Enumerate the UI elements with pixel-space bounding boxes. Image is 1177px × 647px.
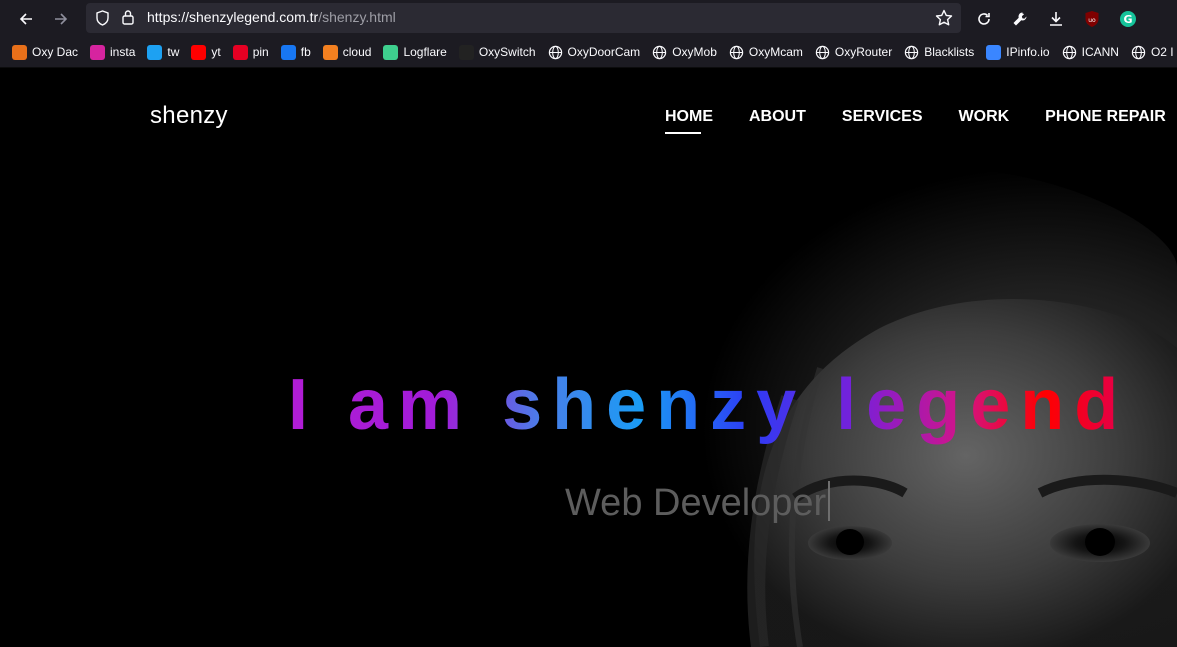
bookmark-item[interactable]: yt: [191, 44, 221, 60]
globe-icon: [729, 45, 744, 60]
bookmark-label: IPinfo.io: [1006, 45, 1050, 59]
bookmark-label: tw: [167, 45, 180, 59]
bookmark-item[interactable]: cloud: [322, 44, 372, 60]
url-host: https://shenzylegend.com.tr: [147, 9, 319, 25]
twitter-icon: [147, 44, 163, 60]
bookmark-label: fb: [300, 45, 311, 59]
youtube-icon: [191, 44, 207, 60]
hero-background-image: [0, 68, 1177, 647]
bookmark-item[interactable]: tw: [147, 44, 180, 60]
instagram-icon: [90, 44, 106, 60]
globe-icon: [1131, 45, 1146, 60]
nav-item-home[interactable]: HOME: [665, 108, 713, 134]
nav-item-about[interactable]: ABOUT: [749, 108, 806, 134]
bookmark-item[interactable]: pin: [232, 44, 269, 60]
bookmark-item[interactable]: OxyDoorCam: [548, 45, 641, 60]
bookmark-item[interactable]: Logflare: [383, 44, 447, 60]
bookmark-label: O2 I: [1150, 45, 1174, 59]
svg-text:uo: uo: [1088, 17, 1096, 24]
bookmark-item[interactable]: O2 I: [1131, 45, 1174, 60]
bookmark-label: Logflare: [403, 45, 447, 59]
pinterest-icon: [232, 44, 248, 60]
bookmark-label: Blacklists: [924, 45, 975, 59]
switch-icon: [458, 44, 474, 60]
site-logo[interactable]: shenzy: [150, 102, 228, 130]
nav-item-services[interactable]: SERVICES: [842, 108, 923, 134]
icann-icon: [1062, 45, 1077, 60]
site-nav: HOMEABOUTSERVICESWORKPHONE REPAIRC: [665, 108, 1177, 134]
download-icon[interactable]: [1043, 6, 1069, 32]
globe-icon: [548, 45, 563, 60]
bookmark-label: insta: [110, 45, 136, 59]
bookmark-item[interactable]: IPinfo.io: [986, 44, 1050, 60]
oxy-dac-icon: [12, 44, 27, 60]
logflare-icon: [383, 44, 399, 60]
typed-subtitle-text: Web Developer: [565, 482, 827, 524]
bookmark-label: OxyDoorCam: [567, 45, 641, 59]
wrench-icon[interactable]: [1007, 6, 1033, 32]
url-text[interactable]: https://shenzylegend.com.tr/shenzy.html: [147, 9, 396, 25]
bookmark-item[interactable]: OxyMcam: [729, 45, 803, 60]
hero-subtitle: Web Developer: [565, 481, 831, 525]
bookmark-label: pin: [252, 45, 269, 59]
bookmark-item[interactable]: Blacklists: [904, 45, 974, 60]
back-arrow-icon[interactable]: [13, 6, 39, 32]
bookmark-label: ICANN: [1081, 45, 1119, 59]
bookmark-item[interactable]: OxySwitch: [458, 44, 536, 60]
hero-headline: I am shenzy legend: [288, 365, 1129, 445]
facebook-icon: [280, 44, 296, 60]
globe-icon: [652, 45, 667, 60]
bookmark-item[interactable]: Oxy Dac: [12, 44, 79, 60]
bookmark-label: cloud: [342, 45, 372, 59]
bookmark-item[interactable]: ICANN: [1062, 45, 1119, 60]
reload-icon[interactable]: [971, 6, 997, 32]
bookmark-label: OxySwitch: [478, 45, 536, 59]
cloudflare-icon: [322, 44, 338, 60]
lock-icon[interactable]: [121, 9, 135, 30]
bookmark-label: OxyRouter: [834, 45, 893, 59]
svg-text:G: G: [1123, 13, 1132, 26]
ipinfo-icon: [986, 44, 1002, 60]
shield-icon[interactable]: [95, 10, 110, 30]
website-viewport: shenzy HOME ABOUT SERVICES WORK PHONE REPAIR…: [0, 68, 1177, 647]
bookmark-item[interactable]: insta: [90, 44, 136, 60]
bookmark-label: yt: [211, 45, 221, 59]
typing-cursor: [828, 481, 831, 521]
address-bar[interactable]: https://shenzylegend.com.tr/shenzy.html: [86, 3, 961, 33]
globe-icon: [815, 45, 830, 60]
grammarly-icon[interactable]: G: [1115, 6, 1141, 32]
bookmark-item[interactable]: OxyMob: [652, 45, 717, 60]
bookmark-item[interactable]: OxyRouter: [815, 45, 892, 60]
browser-toolbar: https://shenzylegend.com.tr/shenzy.html …: [0, 0, 1177, 37]
nav-item-phone-repair[interactable]: PHONE REPAIR: [1045, 108, 1166, 134]
ublock-origin-icon[interactable]: uo: [1079, 6, 1105, 32]
star-bookmark-icon[interactable]: [935, 9, 953, 31]
bookmarks-bar: Oxy Dac insta tw yt pin fb cloud Logflare OxySwi…: [0, 37, 1177, 68]
bookmark-label: OxyMcam: [748, 45, 803, 59]
bookmark-label: Oxy Dac: [32, 45, 79, 59]
url-path: /shenzy.html: [318, 9, 396, 25]
forward-arrow-icon[interactable]: [48, 6, 74, 32]
nav-item-work[interactable]: WORK: [959, 108, 1010, 134]
bookmark-item[interactable]: fb: [280, 44, 311, 60]
bookmark-label: OxyMob: [672, 45, 717, 59]
globe-icon: [904, 45, 919, 60]
